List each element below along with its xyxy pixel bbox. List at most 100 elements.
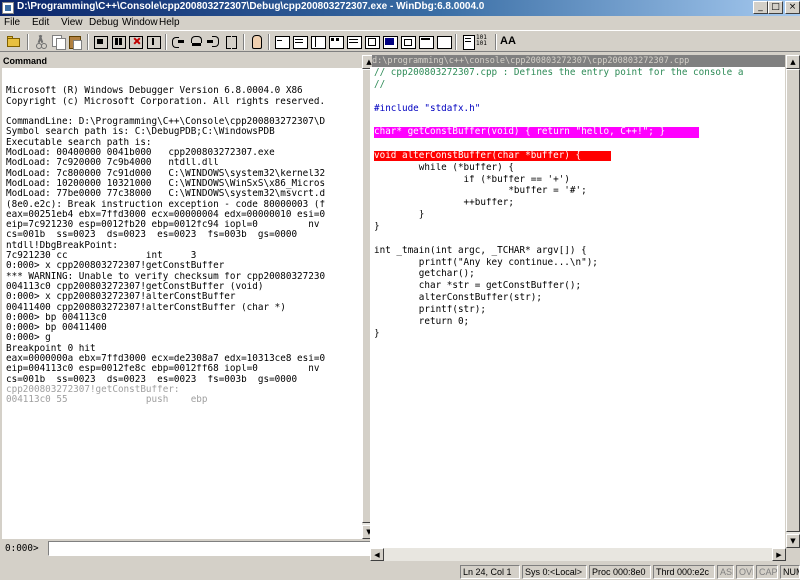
source-line-text: }: [374, 221, 380, 232]
menu-debug[interactable]: Debug: [89, 16, 118, 30]
toolbar-separator: [268, 34, 270, 50]
stop-debugging-icon[interactable]: [128, 34, 143, 49]
hex-mode-icon[interactable]: 101 101: [476, 35, 494, 50]
status-bar: Ln 24, Col 1 Sys 0:<Local> Proc 000:8e0 …: [0, 563, 800, 580]
restart-icon[interactable]: [111, 34, 126, 49]
step-over-icon[interactable]: [189, 34, 204, 49]
windbg-app-icon[interactable]: [2, 2, 14, 14]
command-output-line: Breakpoint 0 hit: [6, 343, 96, 354]
command-output-line: 7c921230 cc int 3: [6, 251, 197, 262]
command-output-line: [6, 76, 361, 86]
memory-window-icon[interactable]: [346, 34, 362, 49]
registers-window-icon[interactable]: [328, 34, 344, 49]
step-out-icon[interactable]: [206, 34, 221, 49]
command-output-line: [6, 107, 361, 117]
source-line: printf("Any key continue...\n");: [374, 258, 788, 270]
source-toggle-icon[interactable]: [461, 34, 476, 50]
command-output-line: eip=004113c0 esp=0012fe8c ebp=0012ff68 i…: [6, 364, 320, 375]
scroll-right-icon[interactable]: ▶: [772, 548, 786, 561]
copy-icon[interactable]: [51, 34, 66, 50]
toolbar-separator: [165, 34, 167, 50]
scratch-pad-icon[interactable]: [400, 34, 416, 49]
source-line: // cpp200803272307.cpp : Defines the ent…: [374, 68, 788, 80]
font-icon[interactable]: AA: [500, 34, 518, 49]
source-line-text: return 0;: [374, 316, 470, 327]
command-output-line: Copyright (c) Microsoft Corporation. All…: [6, 96, 326, 107]
source-scroll-thumb[interactable]: [786, 69, 800, 532]
command-output-line: (8e0.e2c): Break instruction exception -…: [6, 199, 326, 210]
source-line: void alterConstBuffer(char *buffer) {: [374, 150, 788, 163]
command-output-line: cs=001b ss=0023 ds=0023 es=0023 fs=003b …: [6, 230, 298, 241]
source-line-text: }: [374, 328, 380, 339]
close-button[interactable]: ×: [785, 1, 800, 14]
menu-bar: File Edit View Debug Window Help: [0, 16, 800, 30]
command-output-line: Symbol search path is: C:\DebugPDB;C:\Wi…: [6, 127, 275, 138]
open-icon[interactable]: [6, 34, 21, 49]
breakpoint-icon[interactable]: [249, 34, 264, 49]
command-output-line: 00411400 cpp200803272307!alterConstBuffe…: [6, 302, 286, 313]
source-line-text: // cpp200803272307.cpp : Defines the ent…: [374, 68, 744, 78]
cut-icon[interactable]: [33, 34, 48, 49]
source-line: *buffer = '#';: [374, 186, 788, 198]
source-line: getchar();: [374, 269, 788, 281]
source-line: }: [374, 210, 788, 222]
step-into-icon[interactable]: [171, 34, 186, 49]
command-output-line: 0:000> bp 004113c0: [6, 312, 107, 323]
source-vscrollbar[interactable]: ▲ ▼: [786, 55, 800, 548]
scratch-window-icon[interactable]: [436, 34, 452, 49]
source-line: int _tmain(int argc, _TCHAR* argv[]) {: [374, 246, 788, 258]
disassembly-icon[interactable]: [382, 34, 398, 49]
source-line: alterConstBuffer(str);: [374, 293, 788, 305]
source-line: [374, 115, 788, 127]
source-hscrollbar[interactable]: ◀ ▶: [370, 548, 786, 561]
source-line-text: ++buffer;: [374, 198, 514, 209]
source-line: char* getConstBuffer(void) { return "hel…: [374, 127, 788, 139]
call-stack-icon[interactable]: [364, 34, 380, 49]
break-icon[interactable]: [146, 34, 161, 49]
menu-edit[interactable]: Edit: [32, 16, 49, 30]
status-num: NUM: [780, 565, 800, 579]
menu-window[interactable]: Window: [122, 16, 158, 30]
source-line-text: while (*buffer) {: [374, 162, 514, 173]
command-output-line: 004113c0 cpp200803272307!getConstBuffer …: [6, 281, 264, 292]
command-output-line: ModLoad: 7c920000 7c9b4000 ntdll.dll: [6, 158, 219, 169]
command-window-icon[interactable]: [274, 34, 290, 49]
source-line-text: void alterConstBuffer(char *buffer) {: [374, 150, 611, 162]
toolbar-separator: [243, 34, 245, 50]
scroll-up-icon[interactable]: ▲: [786, 55, 800, 69]
command-output-line: ntdll!DbgBreakPoint:: [6, 240, 118, 251]
menu-file[interactable]: File: [4, 16, 20, 30]
status-process: Proc 000:8e0: [589, 565, 651, 579]
toolbar-separator: [27, 34, 29, 50]
command-output-line: *** WARNING: Unable to verify checksum f…: [6, 271, 326, 282]
source-line-text: *buffer = '#';: [374, 186, 587, 197]
minimize-button[interactable]: _: [753, 1, 768, 14]
title-bar: D:\Programming\C++\Console\cpp2008032723…: [0, 0, 800, 16]
scroll-left-icon[interactable]: ◀: [370, 548, 384, 561]
paste-icon[interactable]: [67, 34, 82, 50]
source-line: }: [374, 329, 788, 341]
source-line-text: //: [374, 79, 386, 90]
menu-help[interactable]: Help: [159, 16, 180, 30]
source-mode-icon[interactable]: [418, 34, 434, 49]
maximize-button[interactable]: □: [768, 1, 783, 14]
toolbar: 101 101 AA: [0, 30, 800, 52]
source-code-text: // cpp200803272307.cpp : Defines the ent…: [374, 68, 788, 548]
locals-window-icon[interactable]: [310, 34, 326, 49]
watch-window-icon[interactable]: [292, 34, 308, 49]
go-icon[interactable]: [93, 34, 108, 49]
run-to-cursor-icon[interactable]: [224, 34, 239, 49]
source-line: ++buffer;: [374, 198, 788, 210]
source-line-text: alterConstBuffer(str);: [374, 293, 542, 304]
command-output-line: 004113c0 55 push ebp: [6, 395, 208, 406]
menu-view[interactable]: View: [61, 16, 83, 30]
source-line-text: char *str = getConstBuffer();: [374, 281, 582, 292]
source-line: return 0;: [374, 317, 788, 329]
command-input[interactable]: [48, 541, 374, 556]
source-line: while (*buffer) {: [374, 163, 788, 175]
status-caps: CAPS: [756, 565, 778, 579]
scroll-down-icon[interactable]: ▼: [786, 534, 800, 548]
status-system: Sys 0:<Local>: [522, 565, 587, 579]
toolbar-separator: [455, 34, 457, 50]
source-line: #include "stdafx.h": [374, 104, 788, 116]
